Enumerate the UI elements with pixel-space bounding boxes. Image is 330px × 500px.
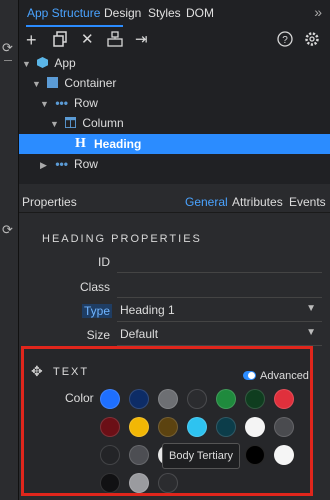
color-swatch[interactable] [274, 417, 294, 437]
color-swatch[interactable] [158, 389, 178, 409]
arrow-right-icon[interactable]: ⇥ [135, 31, 148, 49]
color-swatch[interactable] [245, 417, 265, 437]
tree-node-column[interactable]: ▼ Column [50, 113, 124, 133]
tree-node-label: Row [73, 96, 98, 110]
tab-design[interactable]: Design [104, 6, 141, 20]
tab-general[interactable]: General [185, 195, 228, 209]
color-swatch[interactable] [129, 445, 149, 465]
properties-header: Properties General Attributes Events [19, 190, 330, 213]
tab-styles[interactable]: Styles [148, 6, 181, 20]
help-icon[interactable]: ? [277, 31, 293, 52]
tree-node-row[interactable]: ▼ ••• Row [40, 93, 98, 113]
type-label: Type [81, 304, 112, 318]
tab-attributes[interactable]: Attributes [232, 195, 283, 209]
properties-title: Properties [22, 195, 77, 209]
id-label: ID [98, 255, 110, 269]
tree-node-container[interactable]: ▼ Container [32, 73, 116, 93]
color-swatch[interactable] [187, 389, 207, 409]
color-swatch[interactable] [100, 417, 120, 437]
color-swatch[interactable] [100, 473, 120, 493]
tab-events[interactable]: Events [289, 195, 326, 209]
structure-toolbar: + ✕ ⇥ ? [19, 28, 330, 55]
tree-node-label: Heading [94, 137, 142, 151]
class-field-row: Class [19, 276, 330, 298]
input-underline [117, 297, 322, 298]
square-icon [47, 77, 59, 88]
toggle-switch[interactable] [243, 371, 256, 380]
chevron-down-icon[interactable]: ▼ [306, 303, 316, 314]
tooltip: Body Tertiary [162, 443, 240, 469]
active-tab-indicator [26, 25, 123, 27]
color-swatch[interactable] [158, 473, 178, 493]
advanced-toggle[interactable]: Advanced [243, 370, 309, 382]
id-field-row: ID [19, 251, 330, 273]
refresh-icon[interactable]: ⟳ [2, 222, 13, 238]
color-swatch[interactable] [216, 417, 236, 437]
color-swatch[interactable] [129, 389, 149, 409]
tree-node-label: App [54, 56, 76, 70]
component-icon[interactable] [107, 31, 123, 52]
top-tabs: App Structure Design Styles DOM » [19, 0, 330, 28]
tree-node-label: Container [64, 76, 117, 90]
color-swatch[interactable] [245, 445, 265, 465]
chevron-down-icon[interactable]: ▼ [50, 114, 62, 134]
input-underline [117, 321, 322, 322]
size-label: Size [86, 328, 110, 342]
color-swatch[interactable] [274, 389, 294, 409]
text-section-title: TEXT [53, 366, 90, 378]
color-swatch[interactable] [158, 417, 178, 437]
copy-icon[interactable] [53, 31, 67, 52]
color-swatch[interactable] [187, 417, 207, 437]
size-field-row: Size Default ▼ [19, 324, 330, 346]
advanced-label: Advanced [260, 370, 309, 382]
color-swatch[interactable] [216, 389, 236, 409]
chevron-down-icon[interactable]: ▼ [306, 327, 316, 338]
tree-node-label: Row [73, 157, 98, 171]
settings-icon[interactable] [304, 31, 320, 52]
chevron-down-icon[interactable]: ▼ [22, 54, 34, 74]
dots-icon: ••• [55, 157, 68, 171]
svg-text:?: ? [282, 35, 288, 46]
cube-icon [37, 57, 49, 68]
heading-properties-title: HEADING PROPERTIES [42, 233, 202, 245]
tree-node-heading[interactable]: H Heading [19, 134, 330, 154]
chevron-down-icon[interactable]: ▼ [40, 94, 52, 114]
tab-dom[interactable]: DOM [186, 6, 214, 20]
dots-icon: ••• [55, 96, 68, 110]
left-strip: ⟳ ⟳ [0, 0, 19, 500]
chevron-down-icon[interactable]: ▼ [32, 74, 44, 94]
tree-node-row[interactable]: ▶ ••• Row [40, 154, 98, 174]
color-swatch[interactable] [274, 445, 294, 465]
plus-icon[interactable]: + [26, 31, 37, 49]
column-icon [65, 117, 77, 128]
color-swatch[interactable] [100, 389, 120, 409]
class-label: Class [79, 280, 110, 294]
color-swatch[interactable] [100, 445, 120, 465]
refresh-icon[interactable]: ⟳ [2, 40, 13, 56]
double-chevron-right-icon[interactable]: » [314, 4, 322, 20]
color-label: Color [65, 391, 94, 405]
size-select[interactable]: Default [120, 327, 158, 341]
color-swatch[interactable] [129, 473, 149, 493]
type-select[interactable]: Heading 1 [120, 303, 175, 317]
tab-app-structure[interactable]: App Structure [27, 6, 100, 20]
type-field-row: Type Heading 1 ▼ [19, 300, 330, 322]
tree-node-label: Column [82, 116, 124, 130]
input-underline [117, 272, 322, 273]
tree-node-app[interactable]: ▼ App [22, 53, 76, 73]
heading-icon: H [75, 136, 86, 151]
chevron-right-icon[interactable]: ▶ [40, 155, 52, 175]
color-swatch[interactable] [129, 417, 149, 437]
color-swatch[interactable] [245, 389, 265, 409]
move-icon[interactable]: ✥ [31, 363, 43, 380]
divider [4, 60, 12, 61]
close-icon[interactable]: ✕ [81, 31, 94, 49]
